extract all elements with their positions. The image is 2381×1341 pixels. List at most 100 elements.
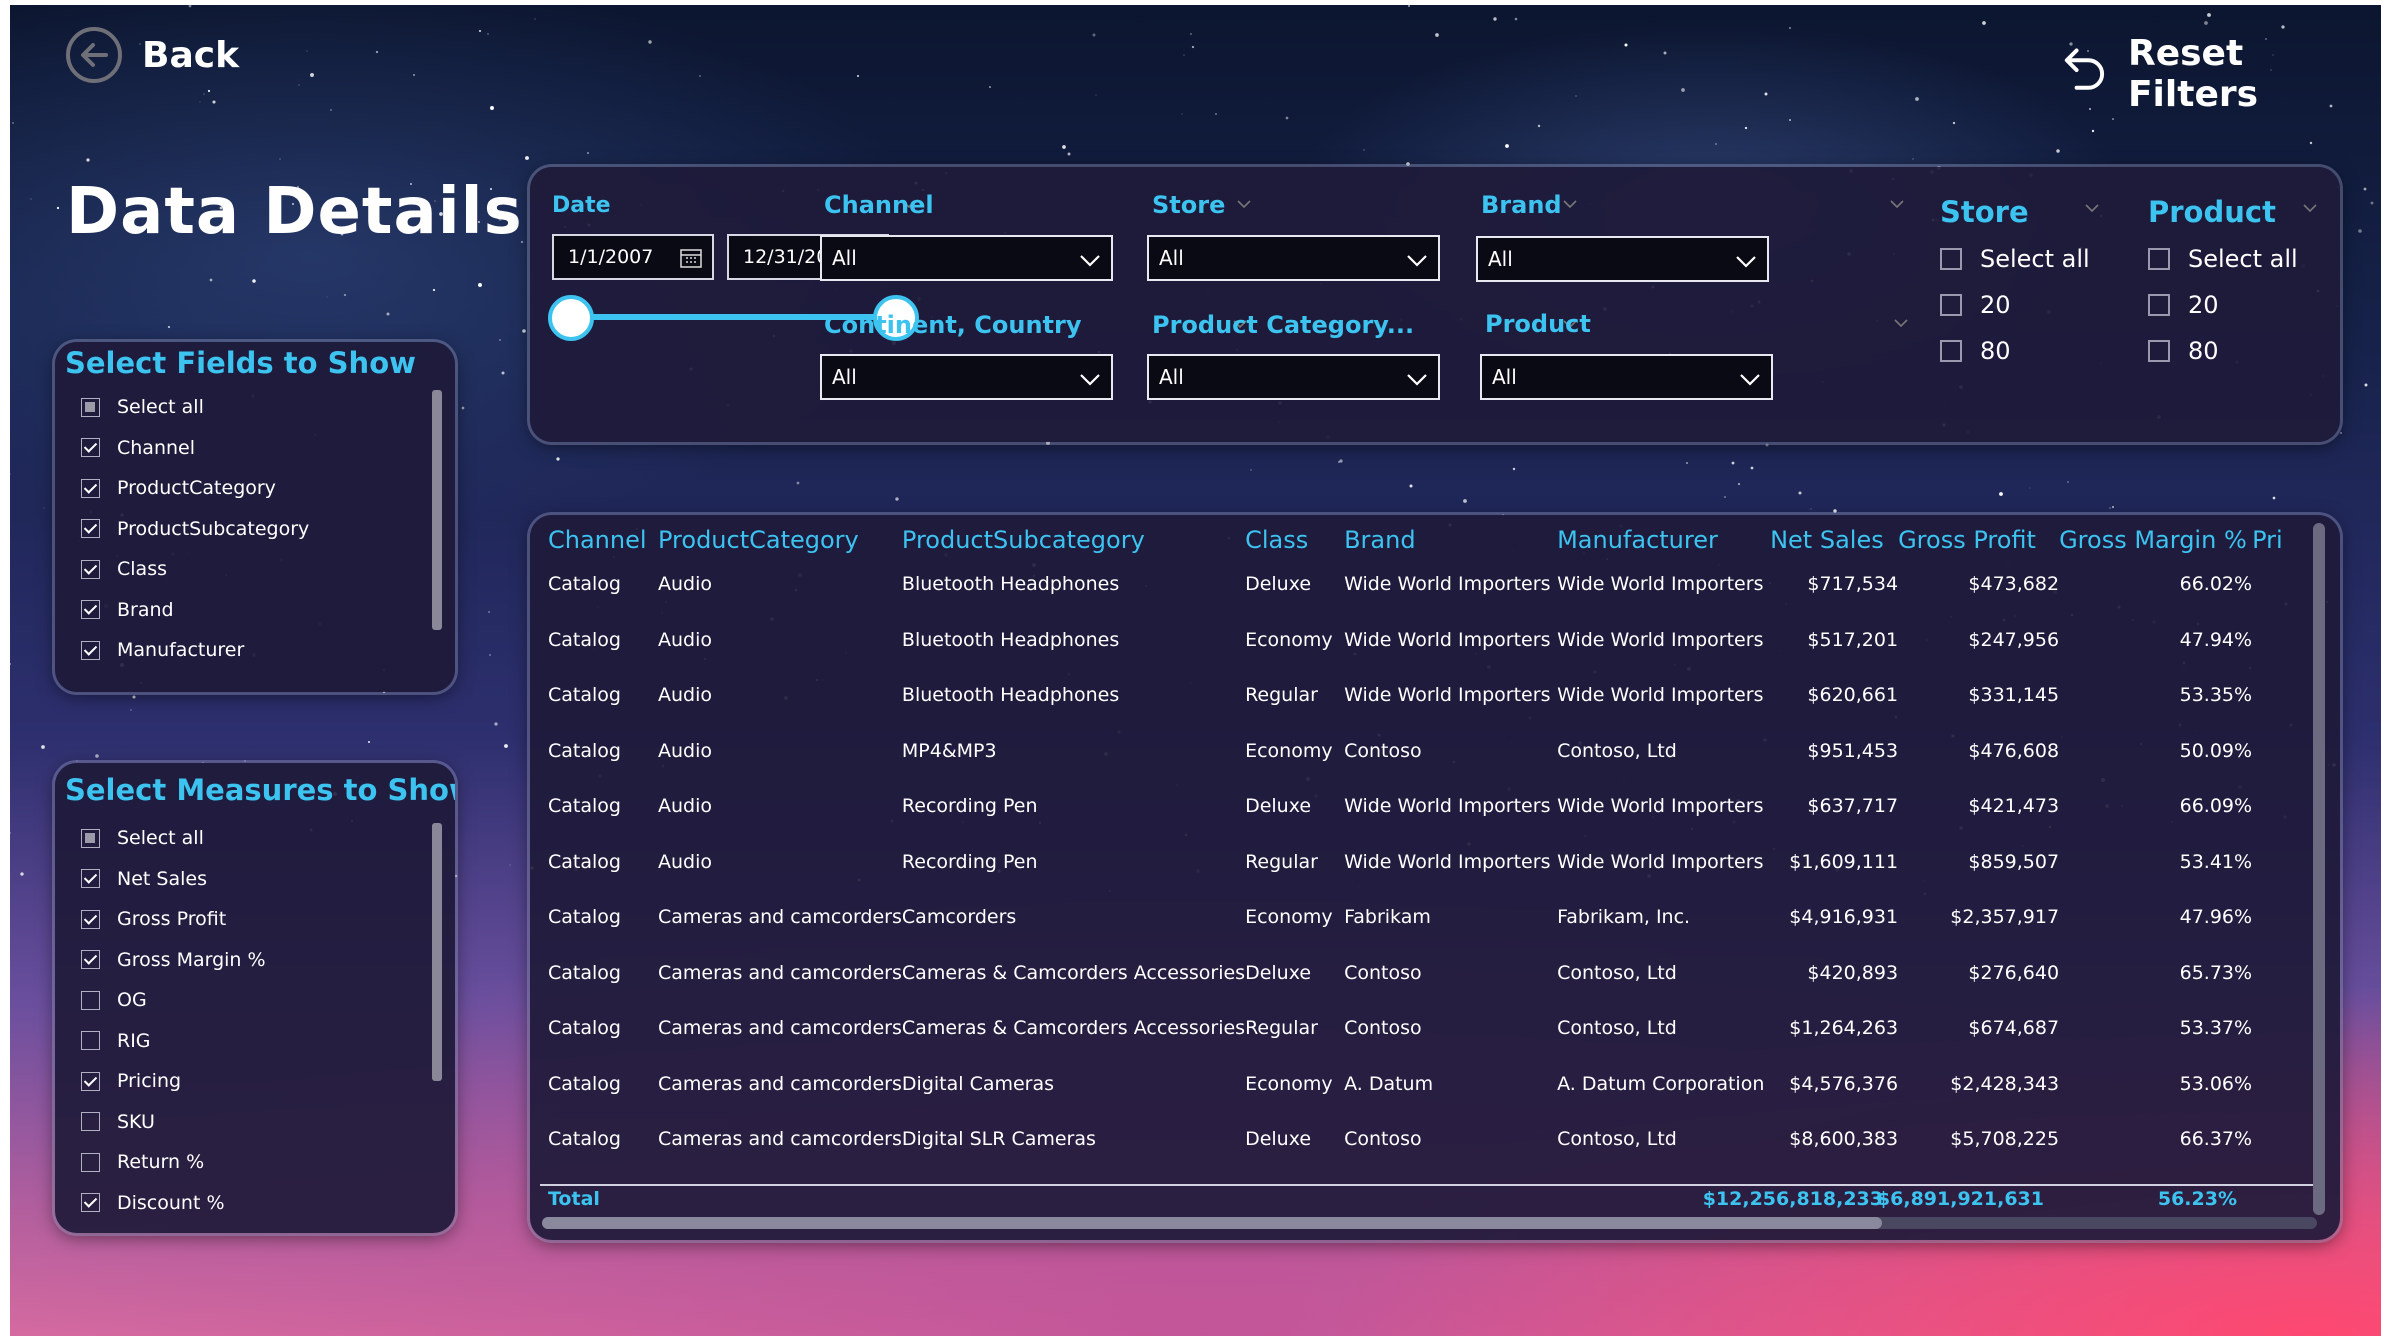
store-dropdown[interactable]: All [1147, 235, 1440, 281]
column-header[interactable]: Gross Profit [1898, 515, 2059, 565]
checkbox[interactable] [2148, 340, 2170, 362]
column-header[interactable]: Net Sales [1770, 515, 1898, 565]
column-header[interactable]: Manufacturer [1557, 515, 1770, 565]
checkbox[interactable] [81, 1193, 100, 1212]
list-item[interactable]: ProductSubcategory [81, 518, 309, 540]
checkbox[interactable] [81, 1112, 100, 1131]
list-item[interactable]: Select all [81, 827, 204, 849]
list-item[interactable]: Select all [81, 396, 204, 418]
chevron-down-icon[interactable] [1890, 197, 1904, 211]
product-dropdown[interactable]: All [1480, 354, 1773, 400]
list-item[interactable]: ProductCategory [81, 477, 276, 499]
checkbox[interactable] [1940, 294, 1962, 316]
chevron-down-icon[interactable] [2085, 201, 2099, 215]
reset-filters-button[interactable]: Reset Filters [2055, 33, 2381, 115]
chevron-down-icon[interactable] [2303, 201, 2317, 215]
table-row[interactable]: Catalog Audio Bluetooth Headphones Economy W… [548, 621, 2312, 677]
table-row[interactable]: Catalog Audio Recording Pen Regular Wide Wor… [548, 843, 2312, 899]
checkbox[interactable] [81, 438, 100, 457]
checkbox[interactable] [81, 1031, 100, 1050]
table-row[interactable]: Catalog Audio Bluetooth Headphones Regular W… [548, 676, 2312, 732]
list-item[interactable]: Gross Margin % [81, 949, 266, 971]
checkbox[interactable] [81, 990, 100, 1010]
table-cell: Cameras & Camcorders Accessories [901, 1017, 1246, 1039]
table-row[interactable]: Catalog Cameras and camcorders Camcorders E… [548, 898, 2312, 954]
column-header[interactable]: Brand [1344, 515, 1557, 565]
product-option[interactable]: 80 [2148, 337, 2219, 365]
star [41, 745, 45, 749]
list-item[interactable]: Return % [81, 1151, 204, 1173]
column-header[interactable]: Channel [548, 515, 658, 565]
checkbox[interactable] [1940, 340, 1962, 362]
checkbox[interactable] [81, 950, 100, 969]
table-row[interactable]: Catalog Cameras and camcorders Cameras & C… [548, 1009, 2312, 1065]
product-option[interactable]: Select all [2148, 245, 2298, 273]
checkbox[interactable] [81, 828, 100, 848]
date-start-input[interactable]: 1/1/2007 [552, 234, 714, 280]
page-title: Data Details [66, 175, 523, 249]
table-row[interactable]: Catalog Audio Recording Pen Deluxe Wide Worl… [548, 787, 2312, 843]
store-option[interactable]: 80 [1940, 337, 2011, 365]
list-item[interactable]: Discount % [81, 1192, 225, 1214]
list-item[interactable]: OG [81, 989, 147, 1011]
list-item[interactable]: Manufacturer [81, 639, 244, 661]
list-item[interactable]: Class [81, 558, 167, 580]
list-item[interactable]: Gross Profit [81, 908, 226, 930]
star [461, 406, 465, 410]
chevron-down-icon[interactable] [1894, 316, 1908, 330]
column-header[interactable]: Gross Margin % [2059, 515, 2252, 565]
checkbox[interactable] [81, 397, 100, 417]
total-row: Total $12,256,818,233 $6,891,921,631 56.… [530, 1187, 2315, 1215]
fields-scrollbar[interactable] [432, 390, 442, 630]
checkbox[interactable] [2148, 248, 2170, 270]
table-row[interactable]: Catalog Cameras and camcorders Cameras & C… [548, 954, 2312, 1010]
calendar-icon[interactable] [680, 248, 702, 268]
list-item[interactable]: SKU [81, 1111, 155, 1133]
checkbox[interactable] [81, 869, 100, 888]
back-button[interactable]: Back [64, 25, 239, 85]
list-item[interactable]: RIG [81, 1030, 151, 1052]
checkbox[interactable] [1940, 248, 1962, 270]
date-slider-start-handle[interactable] [548, 295, 594, 341]
brand-dropdown[interactable]: All [1476, 236, 1769, 282]
checkbox[interactable] [81, 600, 100, 619]
column-header[interactable]: ProductSubcategory [902, 515, 1245, 565]
column-header[interactable]: ProductCategory [658, 515, 902, 565]
product-category-dropdown[interactable]: All [1147, 354, 1440, 400]
table-cell: Cameras and camcorders [658, 961, 902, 984]
table-cell: Regular [1245, 684, 1318, 706]
table-horizontal-scrollbar-track [542, 1217, 2317, 1229]
column-header[interactable]: Class [1245, 515, 1344, 565]
checkbox[interactable] [81, 909, 100, 929]
star [499, 339, 501, 341]
checkbox[interactable] [81, 1152, 100, 1172]
star [525, 156, 529, 160]
list-item[interactable]: Pricing [81, 1070, 181, 1092]
checkbox[interactable] [81, 559, 100, 579]
chevron-down-icon[interactable] [1237, 197, 1251, 211]
table-cell: Catalog [548, 1072, 621, 1095]
list-item[interactable]: Channel [81, 437, 195, 459]
checkbox[interactable] [81, 1071, 100, 1091]
product-option[interactable]: 20 [2148, 291, 2219, 319]
measures-scrollbar[interactable] [432, 823, 442, 1081]
store-option[interactable]: 20 [1940, 291, 2011, 319]
table-row[interactable]: Catalog Cameras and camcorders Digital Cam… [548, 1065, 2312, 1121]
continent-country-dropdown[interactable]: All [820, 354, 1113, 400]
table-row[interactable]: Catalog Audio Bluetooth Headphones Deluxe Wi… [548, 565, 2312, 621]
checkbox[interactable] [2148, 294, 2170, 316]
table-cell: Catalog [548, 684, 621, 706]
checkbox[interactable] [81, 519, 100, 538]
channel-dropdown[interactable]: All [820, 235, 1113, 281]
list-item[interactable]: Net Sales [81, 868, 207, 890]
column-header[interactable]: Pri [2252, 515, 2312, 565]
checkbox[interactable] [81, 640, 100, 660]
table-row[interactable]: Catalog Audio MP4&MP3 Economy Contoso Contoso… [548, 732, 2312, 788]
chevron-down-icon[interactable] [1563, 197, 1577, 211]
table-horizontal-scrollbar-thumb[interactable] [542, 1217, 1882, 1229]
store-option[interactable]: Select all [1940, 245, 2090, 273]
table-row[interactable]: Catalog Cameras and camcorders Digital SLR… [548, 1120, 2312, 1176]
checkbox[interactable] [81, 478, 100, 498]
table-vertical-scrollbar[interactable] [2313, 523, 2325, 1215]
list-item[interactable]: Brand [81, 599, 174, 621]
